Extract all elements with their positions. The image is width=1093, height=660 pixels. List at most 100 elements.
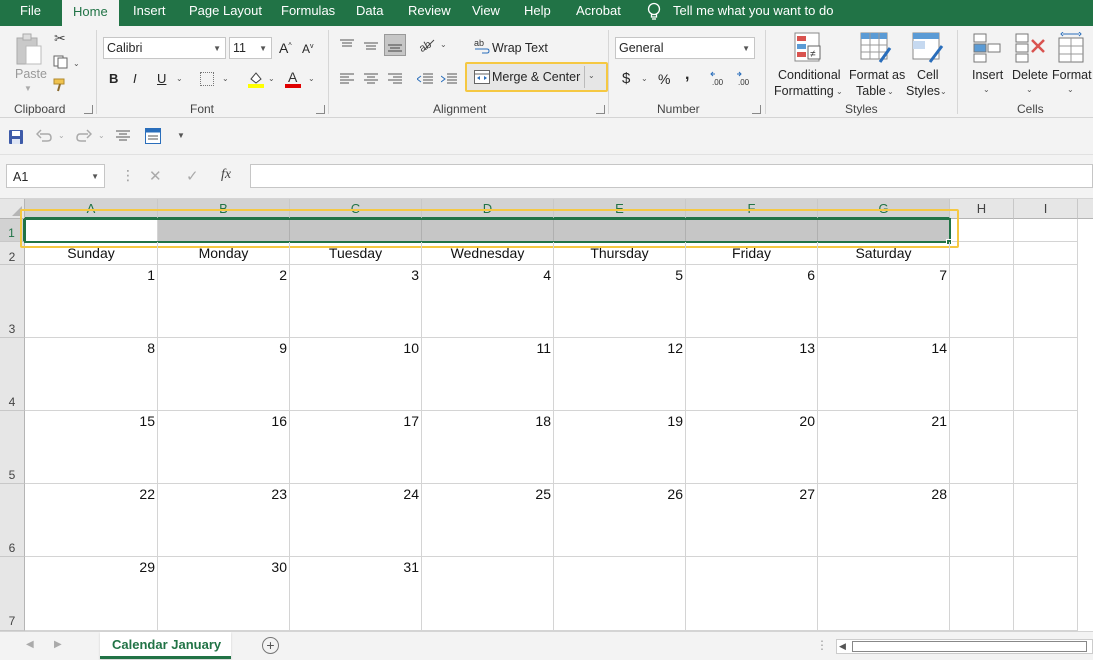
font-size-dropdown[interactable]: 11 ▼ (229, 37, 272, 59)
cut-icon[interactable]: ✂ (54, 30, 66, 47)
fill-color-icon[interactable] (248, 70, 264, 88)
borders-icon[interactable] (200, 72, 214, 86)
calendar-day-cell[interactable]: 29 (25, 557, 158, 631)
font-color-icon[interactable]: A (285, 69, 301, 88)
calendar-day-cell[interactable]: 31 (290, 557, 422, 631)
format-cells-icon[interactable] (1057, 31, 1087, 64)
empty-cell[interactable] (950, 338, 1014, 411)
save-icon[interactable] (8, 129, 24, 145)
underline-chevron-icon[interactable]: ⌄ (176, 74, 183, 83)
calendar-day-cell[interactable]: 21 (818, 411, 950, 484)
format-chevron-icon[interactable]: ⌄ (1067, 85, 1074, 94)
empty-cell[interactable] (1014, 557, 1078, 631)
calendar-day-cell[interactable] (422, 557, 554, 631)
calendar-day-cell[interactable] (686, 557, 818, 631)
day-name-cell[interactable]: Friday (686, 242, 818, 265)
bottom-align-button[interactable] (384, 34, 406, 56)
format-as-table-icon[interactable] (860, 32, 892, 64)
insert-cells-icon[interactable] (972, 32, 1002, 64)
wrap-text-icon[interactable]: ab (474, 38, 490, 54)
name-box[interactable]: A1 ▼ (6, 164, 105, 188)
italic-button[interactable]: I (133, 71, 137, 86)
orientation-chevron-icon[interactable]: ⌄ (440, 40, 447, 49)
undo-icon[interactable] (35, 129, 52, 143)
delete-chevron-icon[interactable]: ⌄ (1026, 85, 1033, 94)
align-left-icon[interactable] (340, 73, 354, 85)
empty-cell[interactable] (1014, 484, 1078, 557)
tab-formulas[interactable]: Formulas (281, 0, 335, 26)
sheet-tab-calendar-january[interactable]: Calendar January (100, 632, 231, 659)
row-header-4[interactable]: 4 (0, 338, 25, 411)
calendar-day-cell[interactable]: 24 (290, 484, 422, 557)
format-cells-button[interactable]: Format (1052, 68, 1092, 82)
calendar-day-cell[interactable]: 5 (554, 265, 686, 338)
calendar-day-cell[interactable]: 16 (158, 411, 290, 484)
form-icon[interactable] (145, 128, 161, 144)
calendar-day-cell[interactable]: 7 (818, 265, 950, 338)
decrease-indent-icon[interactable] (416, 73, 433, 85)
align-center-icon[interactable] (364, 73, 378, 85)
calendar-day-cell[interactable]: 17 (290, 411, 422, 484)
delete-cells-icon[interactable] (1014, 32, 1046, 64)
row-header-5[interactable]: 5 (0, 411, 25, 484)
merge-chevron-icon[interactable]: ⌄ (588, 71, 595, 80)
cell-h2[interactable] (950, 242, 1014, 265)
paste-label[interactable]: Paste (15, 67, 47, 81)
calendar-day-cell[interactable]: 8 (25, 338, 158, 411)
day-name-cell[interactable]: Sunday (25, 242, 158, 265)
increase-decimal-icon[interactable]: .00 (710, 70, 730, 87)
insert-chevron-icon[interactable]: ⌄ (983, 85, 990, 94)
paste-icon[interactable] (14, 32, 44, 66)
calendar-day-cell[interactable]: 15 (25, 411, 158, 484)
orientation-icon[interactable]: ab (417, 36, 436, 55)
wrap-text-button[interactable]: Wrap Text (492, 41, 548, 55)
tab-review[interactable]: Review (408, 0, 451, 26)
insert-function-button[interactable]: fx (221, 167, 231, 183)
conditional-formatting-chevron-icon[interactable]: ⌄ (836, 87, 843, 96)
calendar-day-cell[interactable]: 9 (158, 338, 290, 411)
cell-styles-label-1[interactable]: Cell (917, 68, 939, 82)
cell-i1[interactable] (1014, 219, 1078, 242)
tab-insert[interactable]: Insert (133, 0, 166, 26)
calendar-day-cell[interactable]: 30 (158, 557, 290, 631)
insert-cells-button[interactable]: Insert (972, 68, 1003, 82)
row-header-6[interactable]: 6 (0, 484, 25, 557)
undo-chevron-icon[interactable]: ⌄ (58, 131, 65, 140)
day-name-cell[interactable]: Monday (158, 242, 290, 265)
copy-chevron-icon[interactable]: ⌄ (73, 59, 80, 68)
split-handle-icon[interactable]: ⋮ (816, 638, 828, 652)
percent-button[interactable]: % (658, 71, 670, 87)
cell-h1[interactable] (950, 219, 1014, 242)
column-header-i[interactable]: I (1014, 199, 1078, 219)
empty-cell[interactable] (1014, 338, 1078, 411)
cell-i2[interactable] (1014, 242, 1078, 265)
tab-view[interactable]: View (472, 0, 500, 26)
copy-icon[interactable] (53, 55, 69, 69)
horizontal-scrollbar[interactable]: ◀ (836, 639, 1093, 654)
calendar-day-cell[interactable]: 19 (554, 411, 686, 484)
bold-button[interactable]: B (109, 71, 118, 86)
calendar-day-cell[interactable]: 4 (422, 265, 554, 338)
font-launcher-icon[interactable] (316, 105, 325, 114)
empty-cell[interactable] (950, 265, 1014, 338)
cell-styles-chevron-icon[interactable]: ⌄ (940, 87, 947, 96)
day-name-cell[interactable]: Tuesday (290, 242, 422, 265)
tab-help[interactable]: Help (524, 0, 551, 26)
scroll-right-icon[interactable]: ▶ (54, 639, 62, 650)
customize-qat-icon[interactable]: ▼ (177, 131, 185, 140)
cancel-icon[interactable]: ✕ (149, 167, 162, 185)
font-color-chevron-icon[interactable]: ⌄ (308, 74, 315, 83)
scrollbar-thumb[interactable] (852, 641, 1087, 652)
calendar-day-cell[interactable]: 28 (818, 484, 950, 557)
conditional-formatting-label-2[interactable]: Formatting (774, 84, 834, 98)
calendar-day-cell[interactable]: 25 (422, 484, 554, 557)
format-as-table-label-2[interactable]: Table (856, 84, 886, 98)
row-header-7[interactable]: 7 (0, 557, 25, 631)
scroll-left-icon[interactable]: ◀ (26, 639, 34, 650)
calendar-day-cell[interactable]: 22 (25, 484, 158, 557)
empty-cell[interactable] (950, 484, 1014, 557)
increase-indent-icon[interactable] (440, 73, 457, 85)
day-name-cell[interactable]: Thursday (554, 242, 686, 265)
tab-home[interactable]: Home (62, 0, 119, 26)
tab-file[interactable]: File (20, 0, 41, 26)
